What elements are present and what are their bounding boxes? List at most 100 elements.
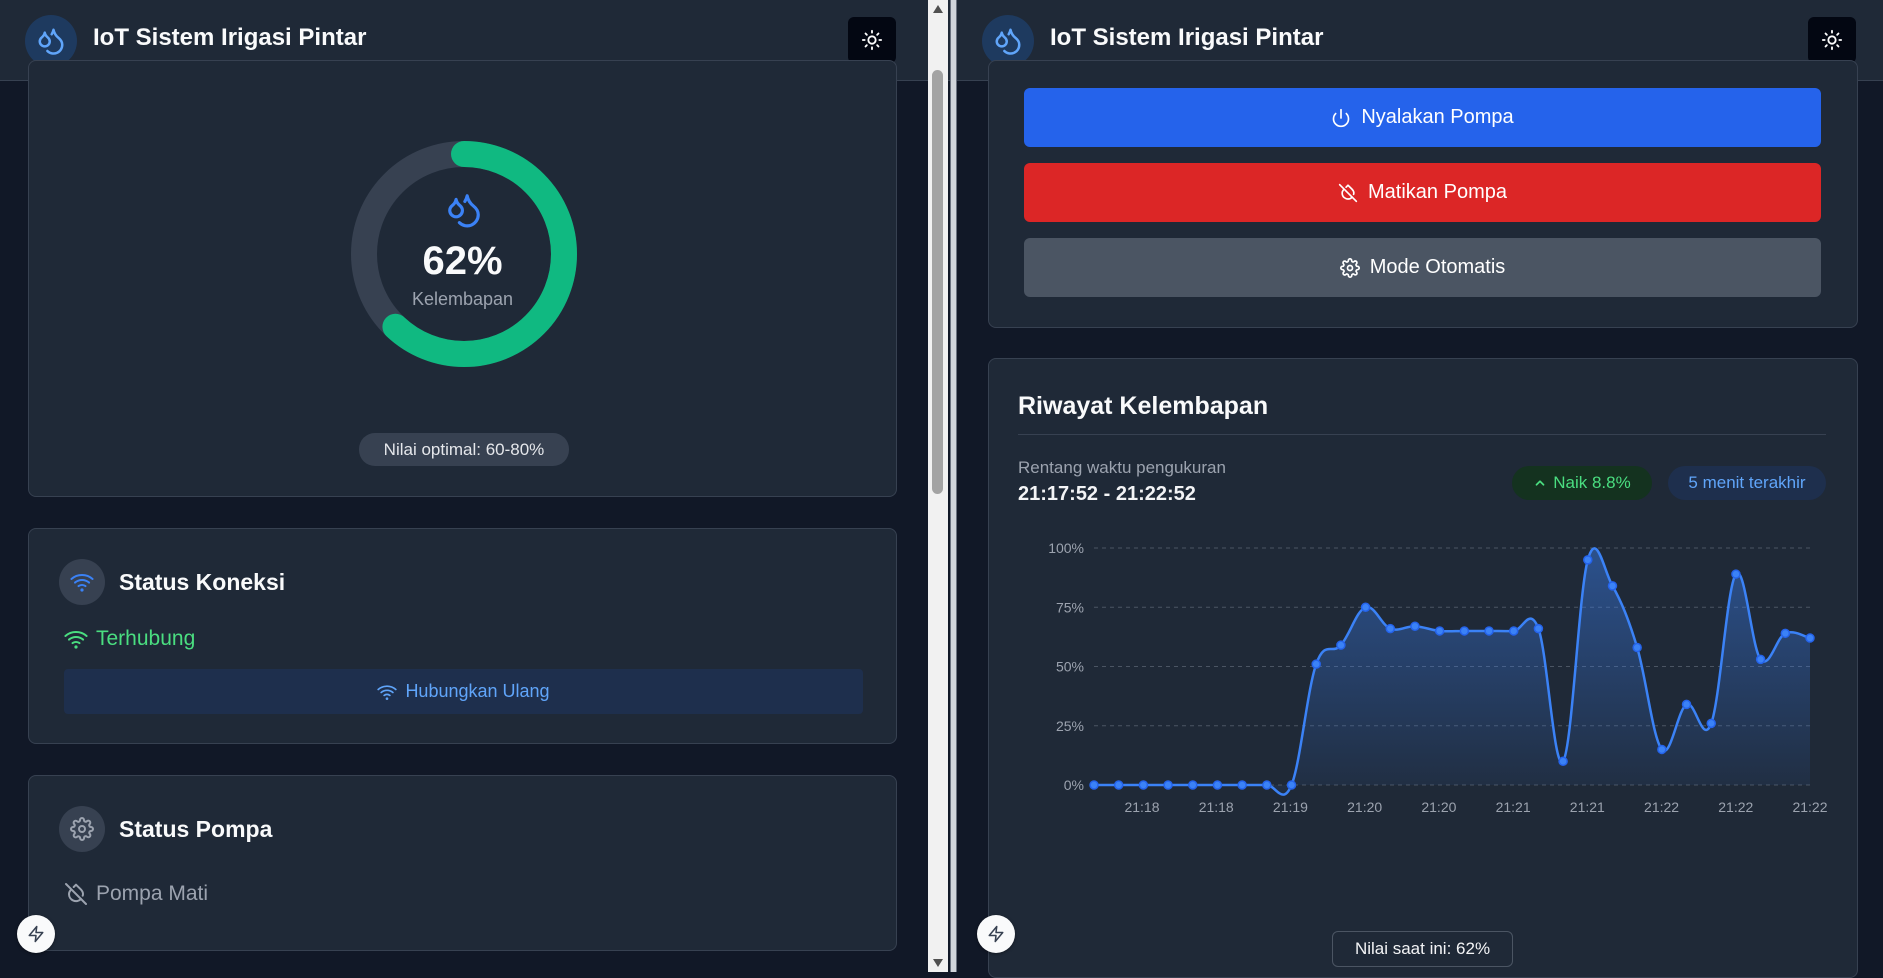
connection-icon-circle [59, 559, 105, 605]
data-point[interactable] [1508, 626, 1519, 636]
wifi-icon [377, 684, 398, 700]
app-title: IoT Sistem Irigasi Pintar [93, 24, 367, 51]
quick-action-button[interactable] [17, 915, 55, 953]
sun-icon [861, 29, 883, 51]
x-tick-label: 21:21 [1570, 799, 1605, 815]
data-point[interactable] [1163, 780, 1173, 790]
pump-off-button[interactable]: Matikan Pompa [1024, 163, 1821, 222]
y-tick-label: 100% [1048, 540, 1084, 556]
power-icon [1333, 108, 1350, 127]
chart-y-axis: 0% 25% 50% 75% 100% [1048, 540, 1084, 793]
x-tick-label: 21:18 [1124, 799, 1159, 815]
scroll-down-icon[interactable] [933, 959, 943, 967]
data-point[interactable] [1410, 621, 1420, 631]
scroll-up-icon[interactable] [933, 5, 943, 13]
connection-status-text: Terhubung [96, 627, 196, 650]
history-title: Riwayat Kelembapan [1018, 392, 1269, 420]
gear-icon [1339, 257, 1360, 278]
wifi-icon [64, 631, 88, 649]
y-tick-label: 25% [1056, 718, 1084, 734]
data-point[interactable] [1434, 626, 1445, 636]
data-point[interactable] [1533, 623, 1544, 634]
y-tick-label: 75% [1056, 599, 1084, 615]
series-area [1094, 548, 1810, 795]
app-title: IoT Sistem Irigasi Pintar [1050, 24, 1324, 51]
pump-on-label: Nyalakan Pompa [1361, 106, 1514, 128]
pump-status: Pompa Mati [64, 882, 208, 906]
data-point[interactable] [1212, 780, 1223, 790]
data-point[interactable] [1805, 633, 1815, 643]
data-point[interactable] [1262, 780, 1272, 790]
data-point[interactable] [1336, 640, 1346, 650]
x-tick-label: 21:22 [1792, 799, 1827, 815]
data-point[interactable] [1657, 744, 1667, 755]
auto-mode-button[interactable]: Mode Otomatis [1024, 238, 1821, 297]
pump-on-button[interactable]: Nyalakan Pompa [1024, 88, 1821, 147]
gear-icon [70, 817, 94, 841]
x-tick-label: 21:22 [1644, 799, 1679, 815]
wifi-icon [70, 574, 94, 592]
history-divider [1018, 434, 1826, 435]
range-value: 21:17:52 - 21:22:52 [1018, 483, 1196, 505]
data-point[interactable] [1731, 569, 1741, 579]
data-point[interactable] [1681, 699, 1692, 710]
moisture-label: Kelembapan [411, 289, 514, 309]
connection-status: Terhubung [64, 627, 195, 651]
data-point[interactable] [1706, 718, 1716, 729]
data-point[interactable] [1607, 581, 1618, 591]
x-tick-label: 21:20 [1347, 799, 1382, 815]
data-point[interactable] [1237, 780, 1247, 790]
pane-divider[interactable] [950, 0, 957, 972]
data-point[interactable] [1558, 756, 1568, 767]
time-window-badge: 5 menit terakhir [1668, 466, 1826, 500]
y-tick-label: 0% [1064, 777, 1084, 793]
data-point[interactable] [1360, 602, 1371, 612]
x-tick-label: 21:18 [1199, 799, 1234, 815]
data-point[interactable] [1089, 780, 1099, 790]
connection-title: Status Koneksi [119, 569, 286, 595]
optimal-range-badge: Nilai optimal: 60-80% [359, 433, 569, 466]
quick-action-button[interactable] [977, 915, 1015, 953]
data-point[interactable] [1286, 780, 1297, 790]
x-tick-label: 21:22 [1718, 799, 1753, 815]
chart-x-axis: 21:18 21:18 21:19 21:20 21:20 21:21 21:21 21:22… [1124, 799, 1827, 815]
data-point[interactable] [1484, 626, 1494, 636]
x-tick-label: 21:21 [1496, 799, 1531, 815]
moisture-value: 62% [422, 239, 503, 283]
pump-icon-circle [59, 806, 105, 852]
data-point[interactable] [1138, 780, 1149, 790]
data-point[interactable] [1385, 623, 1396, 634]
left-pane: IoT Sistem Irigasi Pintar 62% Kelembapan… [0, 0, 950, 972]
data-point[interactable] [1459, 626, 1470, 636]
moisture-history-chart: 0% 25% 50% 75% 100% 21:18 21:18 21:19 21:20 21:2… [1048, 540, 1828, 815]
pump-status-card: Status Pompa Pompa Mati [28, 775, 897, 951]
x-tick-label: 21:20 [1421, 799, 1456, 815]
data-point[interactable] [1113, 780, 1124, 790]
data-point[interactable] [1780, 628, 1791, 639]
scroll-thumb[interactable] [932, 70, 943, 494]
time-window-label: 5 menit terakhir [1688, 473, 1806, 492]
current-value-pill: Nilai saat ini: 62% [1332, 931, 1513, 967]
pump-status-title: Status Pompa [119, 816, 273, 842]
sun-icon [1821, 29, 1843, 51]
x-tick-label: 21:19 [1273, 799, 1308, 815]
theme-toggle-button[interactable] [848, 17, 896, 63]
y-tick-label: 50% [1056, 659, 1084, 675]
data-point[interactable] [1755, 654, 1766, 665]
range-label: Rentang waktu pengukuran [1018, 458, 1226, 477]
data-point[interactable] [1632, 642, 1642, 653]
data-point[interactable] [1583, 555, 1593, 565]
moisture-card: 62% Kelembapan Nilai optimal: 60-80% [28, 60, 897, 497]
reconnect-button[interactable]: Hubungkan Ulang [64, 669, 863, 714]
lightning-icon [988, 925, 1004, 943]
trend-label: Naik 8.8% [1553, 473, 1631, 492]
theme-toggle-button[interactable] [1808, 17, 1856, 63]
pump-off-label: Matikan Pompa [1368, 181, 1507, 203]
auto-mode-label: Mode Otomatis [1369, 256, 1506, 278]
data-point[interactable] [1311, 659, 1321, 669]
pump-status-text: Pompa Mati [96, 882, 209, 905]
chevron-up-icon [1535, 480, 1545, 486]
reconnect-label: Hubungkan Ulang [405, 681, 550, 701]
left-scrollbar[interactable] [928, 0, 948, 972]
data-point[interactable] [1188, 780, 1198, 790]
